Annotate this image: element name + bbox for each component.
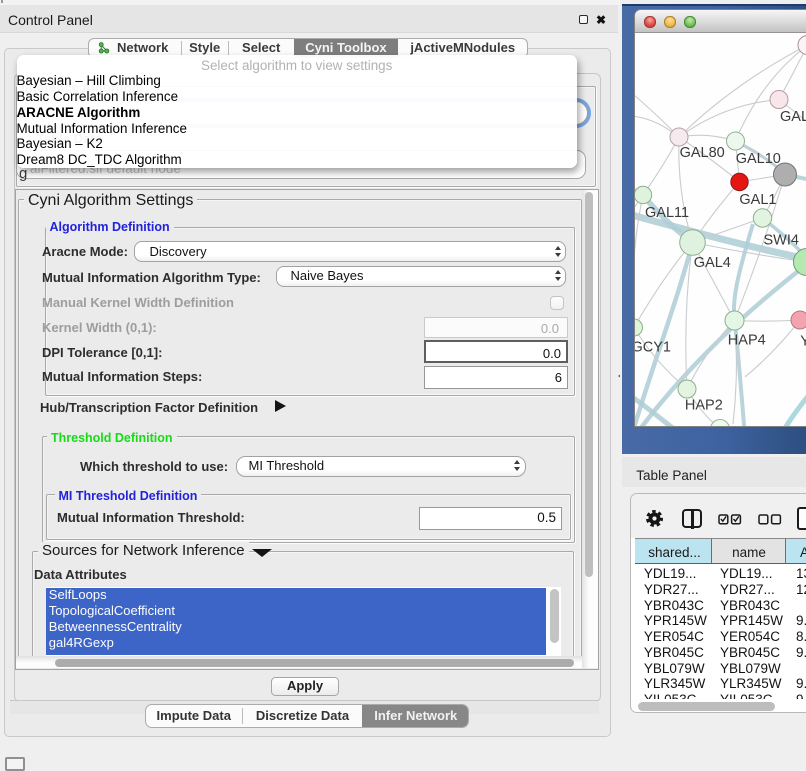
svg-text:GAL1: GAL1 <box>739 192 776 208</box>
svg-text:GAL80: GAL80 <box>679 145 724 161</box>
svg-text:GAL4: GAL4 <box>693 255 730 271</box>
svg-text:GCY1: GCY1 <box>635 340 671 356</box>
svg-text:GAL11: GAL11 <box>645 205 689 221</box>
svg-text:Y: Y <box>800 334 806 350</box>
svg-text:HAP4: HAP4 <box>727 333 765 349</box>
svg-text:HAP2: HAP2 <box>684 398 722 414</box>
svg-text:GAL2: GAL2 <box>780 109 806 125</box>
svg-text:SWI4: SWI4 <box>763 232 798 248</box>
svg-text:GAL10: GAL10 <box>735 151 780 167</box>
